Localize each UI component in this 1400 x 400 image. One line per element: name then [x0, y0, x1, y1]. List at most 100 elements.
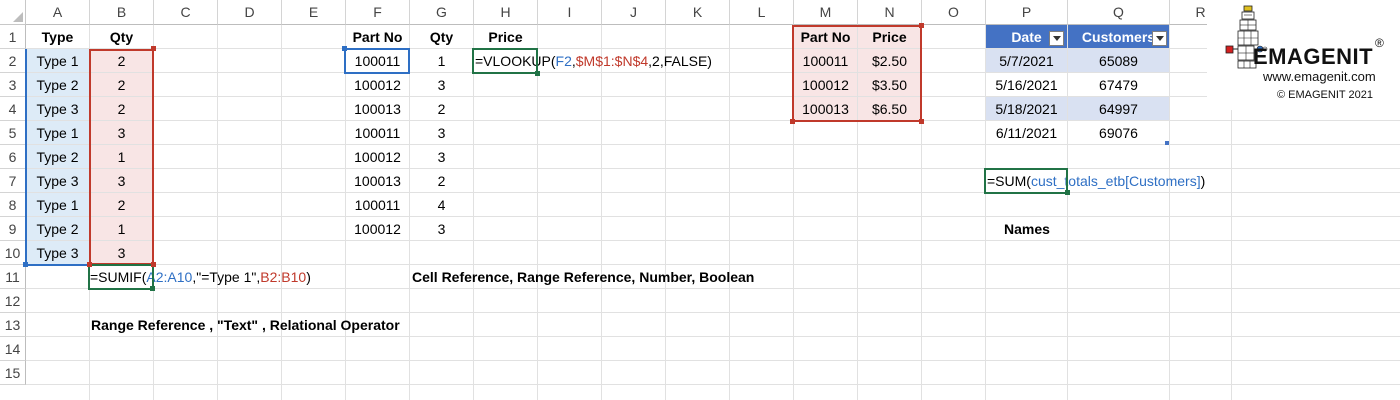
- header-type[interactable]: Type: [26, 25, 89, 48]
- qty-cell[interactable]: 1: [410, 49, 473, 72]
- filter-dropdown-date[interactable]: [1049, 31, 1064, 46]
- part-no-cell[interactable]: 100011: [346, 193, 409, 216]
- type-cell[interactable]: Type 2: [26, 73, 89, 96]
- row-header-7[interactable]: 7: [0, 169, 26, 193]
- header-qty[interactable]: Qty: [410, 25, 473, 48]
- fill-handle[interactable]: [150, 286, 155, 291]
- row-header-6[interactable]: 6: [0, 145, 26, 169]
- customers-cell[interactable]: 65089: [1068, 49, 1169, 72]
- spreadsheet-grid[interactable]: ABCDEFGHIJKLMNOPQR 1 2 3 4 5 6 7 8 9 10 11 12 13 14 15…: [0, 0, 1400, 400]
- qty-cell[interactable]: 1: [90, 217, 153, 240]
- type-cell[interactable]: Type 3: [26, 97, 89, 120]
- column-header-k[interactable]: K: [666, 0, 730, 25]
- range-corner-handle[interactable]: [23, 262, 28, 267]
- header-price[interactable]: Price: [858, 25, 921, 48]
- qty-cell[interactable]: 3: [90, 169, 153, 192]
- qty-cell[interactable]: 2: [90, 73, 153, 96]
- qty-cell[interactable]: 3: [410, 73, 473, 96]
- fill-handle[interactable]: [1065, 190, 1070, 195]
- date-cell[interactable]: 5/7/2021: [986, 49, 1067, 72]
- qty-cell[interactable]: 2: [90, 97, 153, 120]
- range-corner-handle[interactable]: [790, 119, 795, 124]
- column-header-o[interactable]: O: [922, 0, 986, 25]
- header-part-no[interactable]: Part No: [346, 25, 409, 48]
- row-header-5[interactable]: 5: [0, 121, 26, 145]
- date-cell[interactable]: 6/11/2021: [986, 121, 1067, 144]
- type-cell[interactable]: Type 1: [26, 193, 89, 216]
- fill-handle[interactable]: [535, 71, 540, 76]
- type-cell[interactable]: Type 3: [26, 169, 89, 192]
- column-header-l[interactable]: L: [730, 0, 794, 25]
- qty-cell[interactable]: 4: [410, 193, 473, 216]
- range-corner-handle[interactable]: [342, 46, 347, 51]
- row-header-1[interactable]: 1: [0, 25, 26, 49]
- header-price[interactable]: Price: [474, 25, 537, 48]
- row-header-15[interactable]: 15: [0, 361, 26, 385]
- range-corner-handle[interactable]: [151, 262, 156, 267]
- customers-cell[interactable]: 64997: [1068, 97, 1169, 120]
- select-all-corner[interactable]: [0, 0, 26, 25]
- column-header-e[interactable]: E: [282, 0, 346, 25]
- part-no-cell[interactable]: 100012: [346, 73, 409, 96]
- part-no-cell[interactable]: 100011: [346, 121, 409, 144]
- column-header-f[interactable]: F: [346, 0, 410, 25]
- part-no-cell[interactable]: 100013: [346, 97, 409, 120]
- row-header-4[interactable]: 4: [0, 97, 26, 121]
- part-no-cell[interactable]: 100012: [346, 217, 409, 240]
- column-header-h[interactable]: H: [474, 0, 538, 25]
- range-corner-handle[interactable]: [87, 262, 92, 267]
- part-no-cell[interactable]: 100013: [346, 169, 409, 192]
- date-cell[interactable]: 5/16/2021: [986, 73, 1067, 96]
- column-header-q[interactable]: Q: [1068, 0, 1170, 25]
- row-header-11[interactable]: 11: [0, 265, 26, 289]
- filter-dropdown-customers[interactable]: [1152, 31, 1167, 46]
- qty-cell[interactable]: 1: [90, 145, 153, 168]
- price-cell[interactable]: $6.50: [858, 97, 921, 120]
- column-header-c[interactable]: C: [154, 0, 218, 25]
- type-cell[interactable]: Type 1: [26, 121, 89, 144]
- column-header-b[interactable]: B: [90, 0, 154, 25]
- column-header-a[interactable]: A: [26, 0, 90, 25]
- qty-cell[interactable]: 2: [90, 193, 153, 216]
- type-cell[interactable]: Type 2: [26, 217, 89, 240]
- qty-cell[interactable]: 3: [410, 121, 473, 144]
- row-header-12[interactable]: 12: [0, 289, 26, 313]
- qty-cell[interactable]: 2: [410, 97, 473, 120]
- row-header-3[interactable]: 3: [0, 73, 26, 97]
- column-header-m[interactable]: M: [794, 0, 858, 25]
- date-cell[interactable]: 5/18/2021: [986, 97, 1067, 120]
- qty-cell[interactable]: 3: [90, 241, 153, 264]
- part-no-cell[interactable]: 100011: [346, 49, 409, 72]
- part-no-cell[interactable]: 100013: [794, 97, 857, 120]
- qty-cell[interactable]: 2: [410, 169, 473, 192]
- customers-cell[interactable]: 69076: [1068, 121, 1169, 144]
- qty-cell[interactable]: 3: [90, 121, 153, 144]
- row-header-9[interactable]: 9: [0, 217, 26, 241]
- range-corner-handle[interactable]: [151, 46, 156, 51]
- qty-cell[interactable]: 3: [410, 145, 473, 168]
- qty-cell[interactable]: 2: [90, 49, 153, 72]
- column-header-j[interactable]: J: [602, 0, 666, 25]
- column-header-n[interactable]: N: [858, 0, 922, 25]
- header-part-no[interactable]: Part No: [794, 25, 857, 48]
- customers-cell[interactable]: 67479: [1068, 73, 1169, 96]
- row-header-14[interactable]: 14: [0, 337, 26, 361]
- column-header-p[interactable]: P: [986, 0, 1068, 25]
- row-header-8[interactable]: 8: [0, 193, 26, 217]
- part-no-cell[interactable]: 100011: [794, 49, 857, 72]
- type-cell[interactable]: Type 2: [26, 145, 89, 168]
- row-header-13[interactable]: 13: [0, 313, 26, 337]
- table-resize-handle[interactable]: [1165, 141, 1169, 145]
- part-no-cell[interactable]: 100012: [794, 73, 857, 96]
- range-corner-handle[interactable]: [919, 23, 924, 28]
- column-header-g[interactable]: G: [410, 0, 474, 25]
- price-cell[interactable]: $2.50: [858, 49, 921, 72]
- range-corner-handle[interactable]: [919, 119, 924, 124]
- part-no-cell[interactable]: 100012: [346, 145, 409, 168]
- type-cell[interactable]: Type 1: [26, 49, 89, 72]
- column-header-d[interactable]: D: [218, 0, 282, 25]
- price-cell[interactable]: $3.50: [858, 73, 921, 96]
- qty-cell[interactable]: 3: [410, 217, 473, 240]
- header-qty[interactable]: Qty: [90, 25, 153, 48]
- row-header-2[interactable]: 2: [0, 49, 26, 73]
